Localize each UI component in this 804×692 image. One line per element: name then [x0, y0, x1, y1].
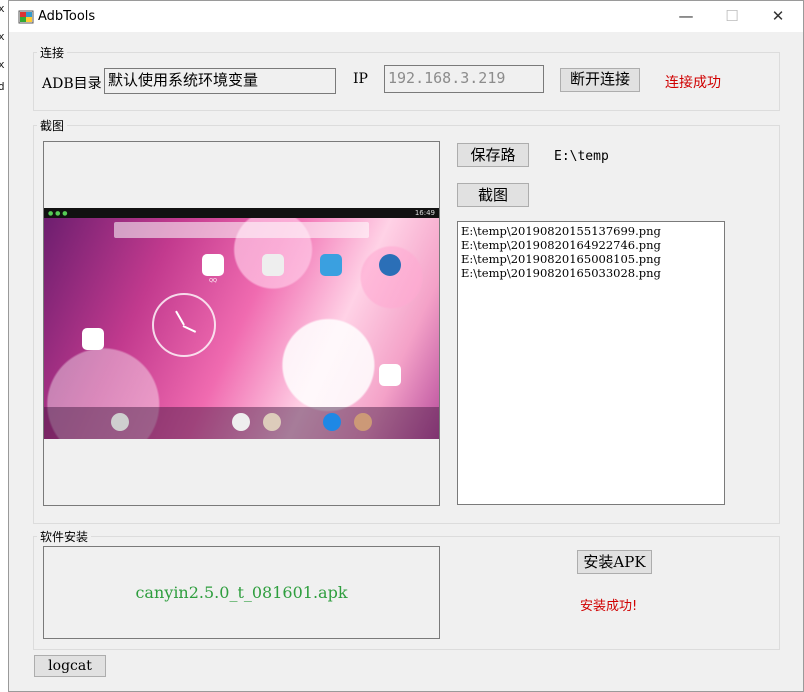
background-text: x — [0, 58, 5, 71]
title-bar[interactable]: AdbTools — ☐ ✕ — [9, 1, 803, 32]
ip-label: IP — [353, 71, 368, 87]
connect-group: 连接 ADB目录 默认使用系统环境变量 IP 192.168.3.219 断开连… — [33, 44, 780, 111]
notification-icons: ● ● ● — [48, 210, 68, 217]
close-button[interactable]: ✕ — [755, 1, 801, 32]
app-icon-3 — [320, 254, 342, 276]
background-text: d — [0, 80, 5, 93]
maximize-button[interactable]: ☐ — [709, 1, 755, 32]
app-icon-5 — [82, 328, 104, 350]
window-title: AdbTools — [38, 9, 96, 24]
device-screenshot-image: ● ● ● 16:49 QQ — [44, 208, 439, 439]
screenshot-preview: ● ● ● 16:49 QQ — [43, 141, 440, 506]
app-icon-2 — [262, 254, 284, 276]
gallery-icon — [263, 413, 281, 431]
connect-group-label: 连接 — [37, 44, 68, 61]
analog-clock-widget — [152, 293, 216, 357]
settings-icon — [111, 413, 129, 431]
list-item[interactable]: E:\temp\20190820164922746.png — [461, 238, 721, 252]
capture-button[interactable]: 截图 — [457, 183, 529, 207]
player-icon — [323, 413, 341, 431]
save-path-value: E:\temp — [554, 149, 609, 164]
install-group: 软件安装 canyin2.5.0_t_081601.apk 安装APK 安装成功… — [33, 528, 780, 650]
device-status-bar: ● ● ● 16:49 — [44, 208, 439, 218]
list-item[interactable]: E:\temp\20190820165008105.png — [461, 252, 721, 266]
qq-app-icon: QQ — [202, 254, 224, 284]
app-window: AdbTools — ☐ ✕ 连接 ADB目录 默认使用系统环境变量 IP 19… — [8, 0, 804, 692]
disconnect-button[interactable]: 断开连接 — [560, 68, 640, 92]
device-search-bar — [114, 222, 369, 238]
save-path-button[interactable]: 保存路 — [457, 143, 529, 167]
apk-file-name: canyin2.5.0_t_081601.apk — [135, 583, 348, 602]
connect-status: 连接成功 — [665, 75, 721, 91]
background-text: x — [0, 30, 5, 43]
minimize-button[interactable]: — — [663, 1, 709, 32]
background-text: x — [0, 2, 5, 15]
adb-dir-field[interactable]: 默认使用系统环境变量 — [104, 68, 336, 94]
device-time: 16:49 — [414, 209, 435, 217]
app-drawer-icon — [232, 413, 250, 431]
screenshot-group-label: 截图 — [37, 117, 68, 134]
apk-drop-box[interactable]: canyin2.5.0_t_081601.apk — [43, 546, 440, 639]
logcat-button[interactable]: logcat — [34, 655, 106, 677]
install-apk-button[interactable]: 安装APK — [577, 550, 652, 574]
adb-dir-label: ADB目录 — [42, 76, 102, 92]
list-item[interactable]: E:\temp\20190820155137699.png — [461, 224, 721, 238]
browser-app-icon — [379, 254, 401, 276]
ip-field[interactable]: 192.168.3.219 — [384, 65, 544, 93]
list-item[interactable]: E:\temp\20190820165033028.png — [461, 266, 721, 280]
qq-app-icon-2 — [379, 364, 401, 386]
device-dock — [44, 407, 439, 439]
app-icon — [18, 10, 34, 24]
install-group-label: 软件安装 — [37, 528, 92, 545]
screenshot-group: 截图 ● ● ● 16:49 QQ 保存路 E:\temp 截图 E:\temp… — [33, 117, 780, 524]
install-status: 安装成功! — [580, 599, 638, 614]
screenshot-file-list[interactable]: E:\temp\20190820155137699.png E:\temp\20… — [457, 221, 725, 505]
store-icon — [354, 413, 372, 431]
